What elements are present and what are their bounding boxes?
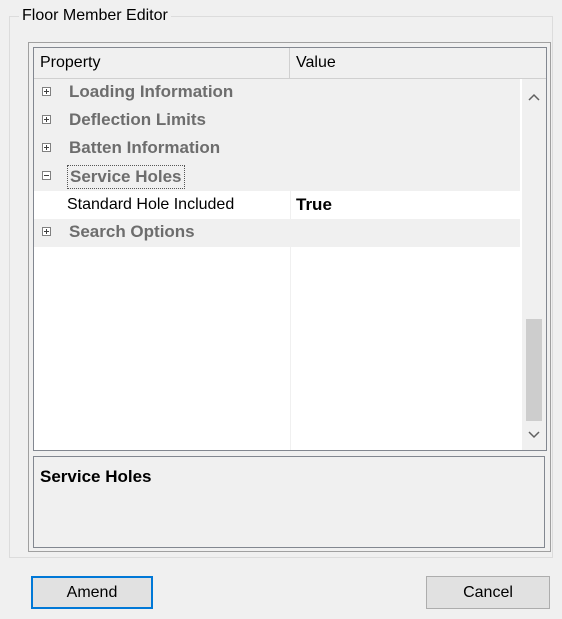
category-label: Search Options — [69, 222, 195, 241]
expand-plus-icon[interactable] — [42, 115, 51, 124]
chevron-down-icon[interactable] — [522, 423, 546, 445]
cancel-button[interactable]: Cancel — [426, 576, 550, 609]
amend-button[interactable]: Amend — [31, 576, 153, 609]
property-column-header[interactable]: Property — [34, 48, 290, 78]
value-column-header[interactable]: Value — [290, 48, 546, 78]
vertical-scrollbar[interactable] — [522, 79, 546, 450]
category-row-search-options[interactable]: Search Options — [34, 219, 520, 247]
category-row-batten-information[interactable]: Batten Information — [34, 135, 520, 163]
column-divider — [290, 79, 291, 450]
property-label: Standard Hole Included — [67, 196, 235, 213]
property-grid: Property Value Loading Information Defle… — [33, 47, 547, 451]
grid-rows: Loading Information Deflection Limits Ba… — [34, 79, 520, 247]
description-pane: Service Holes — [33, 456, 545, 548]
scrollbar-thumb[interactable] — [526, 319, 542, 421]
category-row-deflection-limits[interactable]: Deflection Limits — [34, 107, 520, 135]
category-row-service-holes[interactable]: Service Holes — [34, 163, 520, 191]
collapse-minus-icon[interactable] — [42, 171, 51, 180]
description-title: Service Holes — [40, 467, 152, 486]
chevron-up-icon[interactable] — [522, 85, 546, 107]
group-title: Floor Member Editor — [19, 6, 171, 26]
property-value[interactable]: True — [296, 191, 332, 219]
property-row-standard-hole-included[interactable]: Standard Hole Included True — [34, 191, 520, 219]
floor-member-editor-window: Floor Member Editor Property Value Loadi… — [0, 0, 562, 619]
category-label: Deflection Limits — [69, 110, 206, 129]
category-row-loading-information[interactable]: Loading Information — [34, 79, 520, 107]
category-label: Service Holes — [67, 165, 185, 189]
grid-header: Property Value — [34, 48, 546, 79]
expand-plus-icon[interactable] — [42, 87, 51, 96]
expand-plus-icon[interactable] — [42, 143, 51, 152]
expand-plus-icon[interactable] — [42, 227, 51, 236]
category-label: Loading Information — [69, 82, 234, 101]
category-label: Batten Information — [69, 138, 221, 157]
